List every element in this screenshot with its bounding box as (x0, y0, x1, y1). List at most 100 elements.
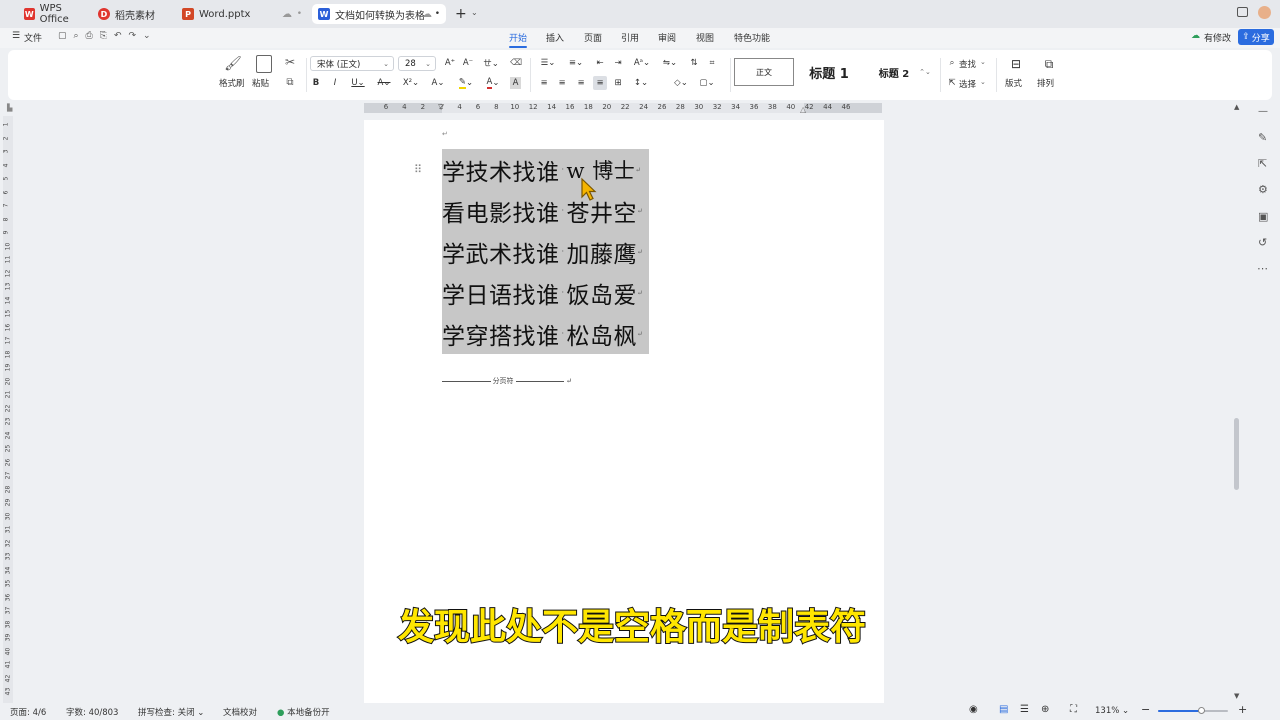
tab-word-pptx[interactable]: P Word.pptx ☁ • (176, 4, 308, 24)
format-painter-icon[interactable]: 🖌 (224, 56, 242, 72)
select-cursor-icon[interactable]: ⇱ (947, 77, 957, 89)
zoom-value[interactable]: 131% ⌄ (1095, 706, 1129, 716)
page-view-icon[interactable]: ▤ (999, 704, 1008, 715)
document-line[interactable]: 学穿搭找谁 · 松岛枫 ↵ (442, 313, 649, 354)
outline-view-icon[interactable]: ☰ (1020, 704, 1029, 715)
style-normal[interactable]: 正文 (734, 58, 794, 86)
paste-icon[interactable] (256, 55, 272, 73)
arrange-button[interactable]: 排列 (1037, 77, 1054, 89)
tab-insert[interactable]: 插入 (546, 31, 564, 44)
tab-page[interactable]: 页面 (584, 31, 602, 44)
align-center-icon[interactable]: ≡ (556, 77, 568, 89)
tab-wps-office[interactable]: W WPS Office (18, 3, 88, 25)
border-icon[interactable]: ▢⌄ (696, 77, 718, 89)
vertical-scrollbar-thumb[interactable] (1234, 418, 1239, 490)
tab-active-document[interactable]: W 文档如何转换为表格 ☁ • (312, 4, 446, 24)
underline-icon[interactable]: U⌄ (348, 77, 368, 89)
zoom-out-icon[interactable]: − (1141, 703, 1150, 716)
first-line-indent-marker[interactable]: ▽ (438, 102, 444, 111)
clear-format-icon[interactable]: ⌫ (510, 57, 522, 69)
bullet-list-icon[interactable]: ☰⌄ (538, 57, 558, 69)
shading-icon[interactable]: ◇⌄ (670, 77, 692, 89)
char-shading-icon[interactable]: A (510, 77, 521, 89)
collapse-icon[interactable]: — (1258, 106, 1268, 117)
zoom-in-icon[interactable]: + (1238, 703, 1247, 716)
grow-font-icon[interactable]: A⁺ (444, 57, 456, 69)
strikethrough-icon[interactable]: A⌄ (374, 77, 394, 89)
tab-review[interactable]: 审阅 (658, 31, 676, 44)
highlight-icon[interactable]: ✎ ⌄ (455, 77, 477, 89)
cut-icon[interactable]: ✂ (284, 55, 296, 69)
tab-features[interactable]: 特色功能 (734, 31, 770, 44)
scroll-down-icon[interactable]: ▼ (1234, 692, 1239, 700)
history-icon[interactable]: ↺ (1258, 236, 1267, 249)
text-effect-icon[interactable]: A⌄ (428, 77, 448, 89)
tab-view[interactable]: 视图 (696, 31, 714, 44)
distributed-icon[interactable]: ⊞ (612, 77, 624, 89)
sidebar-toggle-icon[interactable] (1237, 7, 1248, 17)
image-tools-icon[interactable]: ▣ (1258, 210, 1268, 223)
word-count[interactable]: 字数: 40/803 (66, 706, 118, 718)
increase-indent-icon[interactable]: ⇥ (612, 57, 624, 69)
italic-icon[interactable]: I (330, 77, 340, 89)
has-changes-label[interactable]: 有修改 (1204, 31, 1231, 44)
backup-status[interactable]: ● 本地备份开 (277, 706, 330, 718)
shrink-font-icon[interactable]: A⁻ (462, 57, 474, 69)
sort-icon[interactable]: ⇅ (688, 57, 700, 69)
layout-button[interactable]: 版式 (1005, 77, 1022, 89)
align-left-icon[interactable]: ≡ (538, 77, 550, 89)
font-size-select[interactable]: 28 ⌄ (398, 56, 436, 71)
search-icon[interactable]: ⌕ (947, 57, 957, 69)
edit-pen-icon[interactable]: ✎ (1258, 131, 1267, 144)
justify-icon[interactable]: ≡ (593, 76, 607, 90)
unsaved-dot-icon[interactable]: • (435, 9, 440, 19)
font-color-icon[interactable]: A ⌄ (482, 77, 504, 89)
zoom-slider-handle[interactable] (1198, 707, 1206, 714)
find-button[interactable]: 查找 (959, 58, 976, 70)
share-button[interactable]: ⇪ 分享 (1238, 29, 1274, 45)
show-marks-icon[interactable]: ⌗ (706, 57, 718, 69)
proofread-button[interactable]: 文档校对 (223, 706, 257, 718)
adjust-sliders-icon[interactable]: ⚙ (1258, 183, 1268, 196)
format-painter-label[interactable]: 格式刷 (219, 77, 245, 89)
select-button[interactable]: 选择 (959, 78, 976, 90)
tab-start[interactable]: 开始 (509, 31, 527, 44)
close-dot-icon[interactable]: • (297, 9, 302, 19)
decrease-indent-icon[interactable]: ⇤ (594, 57, 606, 69)
phonetic-guide-icon[interactable]: ㄝ⌄ (480, 57, 502, 69)
document-line[interactable]: 学技术找谁 · w 博士 ↵ (442, 149, 649, 190)
chevron-down-icon[interactable]: ⌄ (980, 58, 986, 66)
style-heading-2[interactable]: 标题 2 (864, 58, 924, 86)
tab-stop-selector[interactable]: ▙ (7, 104, 12, 112)
new-tab-plus-icon[interactable]: + (455, 6, 467, 22)
pointer-select-icon[interactable]: ⇱ (1258, 157, 1267, 170)
numbered-list-icon[interactable]: ≡⌄ (566, 57, 586, 69)
quick-access-icons[interactable]: ▢⌕⎙⎘↶↷⌄ (58, 31, 158, 41)
avatar[interactable] (1258, 6, 1271, 19)
right-indent-marker[interactable]: △ (800, 105, 806, 114)
more-icon[interactable]: ⋯ (1257, 262, 1268, 275)
tab-references[interactable]: 引用 (621, 31, 639, 44)
eye-protect-icon[interactable]: ◉ (969, 704, 978, 715)
drag-handle-icon[interactable]: ⠿ (414, 163, 422, 176)
document-line[interactable]: 看电影找谁 · 苍井空 ↵ (442, 190, 649, 231)
file-menu[interactable]: 文件 (24, 31, 42, 44)
spell-check-toggle[interactable]: 拼写检查: 关闭 ⌄ (138, 706, 204, 718)
chevron-down-icon[interactable]: ⌄ (980, 78, 986, 86)
document-line[interactable]: 学日语找谁 · 饭岛爱 ↵ (442, 272, 649, 313)
tab-docer[interactable]: D 稻壳素材 (92, 4, 172, 24)
chinese-layout-icon[interactable]: Aᵃ⌄ (632, 57, 652, 69)
paste-label[interactable]: 粘贴 (252, 77, 269, 89)
style-heading-1[interactable]: 标题 1 (798, 58, 860, 86)
copy-icon[interactable]: ⧉ (284, 76, 296, 88)
align-right-icon[interactable]: ≡ (575, 77, 587, 89)
text-direction-icon[interactable]: ⇋⌄ (660, 57, 680, 69)
page-indicator[interactable]: 页面: 4/6 (10, 706, 46, 718)
fit-page-icon[interactable]: ⛶ (1070, 704, 1077, 715)
layout-icon[interactable]: ⊟ (1008, 56, 1024, 72)
document-line[interactable]: 学武术找谁 · 加藤鹰 ↵ (442, 231, 649, 272)
styles-scroll-icon[interactable]: ⌃⌄ (919, 58, 931, 86)
vertical-ruler[interactable]: 1 2 3 4 5 6 7 8 9 10 11 12 13 14 15 16 17 18 19 20 21 22 23 24 2… (2, 116, 13, 704)
zoom-slider[interactable] (1158, 707, 1228, 714)
menu-hamburger-icon[interactable]: ☰ (12, 31, 20, 41)
